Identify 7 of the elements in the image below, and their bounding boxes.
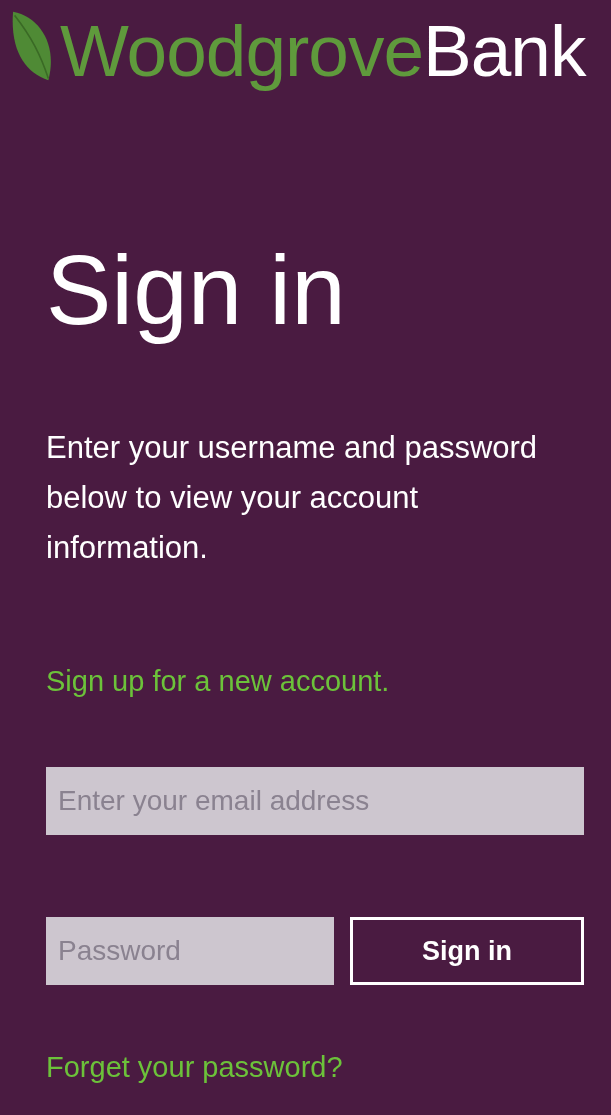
instructions-text: Enter your username and password below to view your account information.	[46, 429, 539, 567]
sign-up-link[interactable]: Sign up for a new account.	[46, 661, 585, 701]
logo-wordmark: WoodgroveBank	[60, 9, 586, 93]
email-field[interactable]: Enter your email address	[46, 767, 584, 835]
forgot-password-link[interactable]: Forget your password?	[46, 1047, 585, 1087]
password-field[interactable]: Password	[46, 917, 334, 985]
sign-in-button[interactable]: Sign in	[350, 917, 584, 985]
